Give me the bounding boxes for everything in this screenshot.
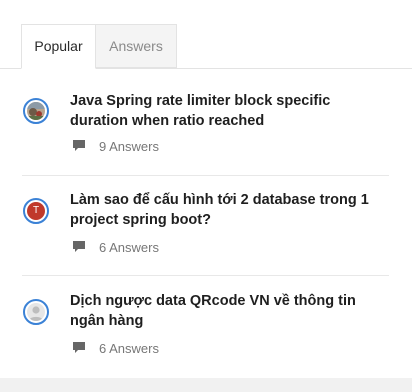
question-title[interactable]: Làm sao để cấu hình tới 2 database trong… <box>70 190 390 230</box>
question-title[interactable]: Java Spring rate limiter block specific … <box>70 91 390 131</box>
avatar[interactable] <box>23 98 49 124</box>
default-user-icon <box>27 303 45 321</box>
user-photo-icon <box>27 102 45 120</box>
comment-icon <box>73 342 85 353</box>
avatar-initial: T <box>27 202 45 220</box>
tab-bar: Popular Answers <box>0 24 412 69</box>
tab-popular[interactable]: Popular <box>21 24 96 69</box>
avatar[interactable] <box>23 299 49 325</box>
comment-icon <box>73 241 85 252</box>
popular-questions-widget: Popular Answers Java Spring rate limiter… <box>0 0 412 378</box>
divider <box>22 175 389 176</box>
avatar[interactable]: T <box>23 198 49 224</box>
answer-count-text: 6 Answers <box>99 341 159 356</box>
comment-icon <box>73 140 85 151</box>
answer-count-text: 9 Answers <box>99 139 159 154</box>
divider <box>22 275 389 276</box>
answer-count-text: 6 Answers <box>99 240 159 255</box>
question-title[interactable]: Dịch ngược data QRcode VN về thông tin n… <box>70 291 390 331</box>
tab-answers[interactable]: Answers <box>95 24 177 68</box>
